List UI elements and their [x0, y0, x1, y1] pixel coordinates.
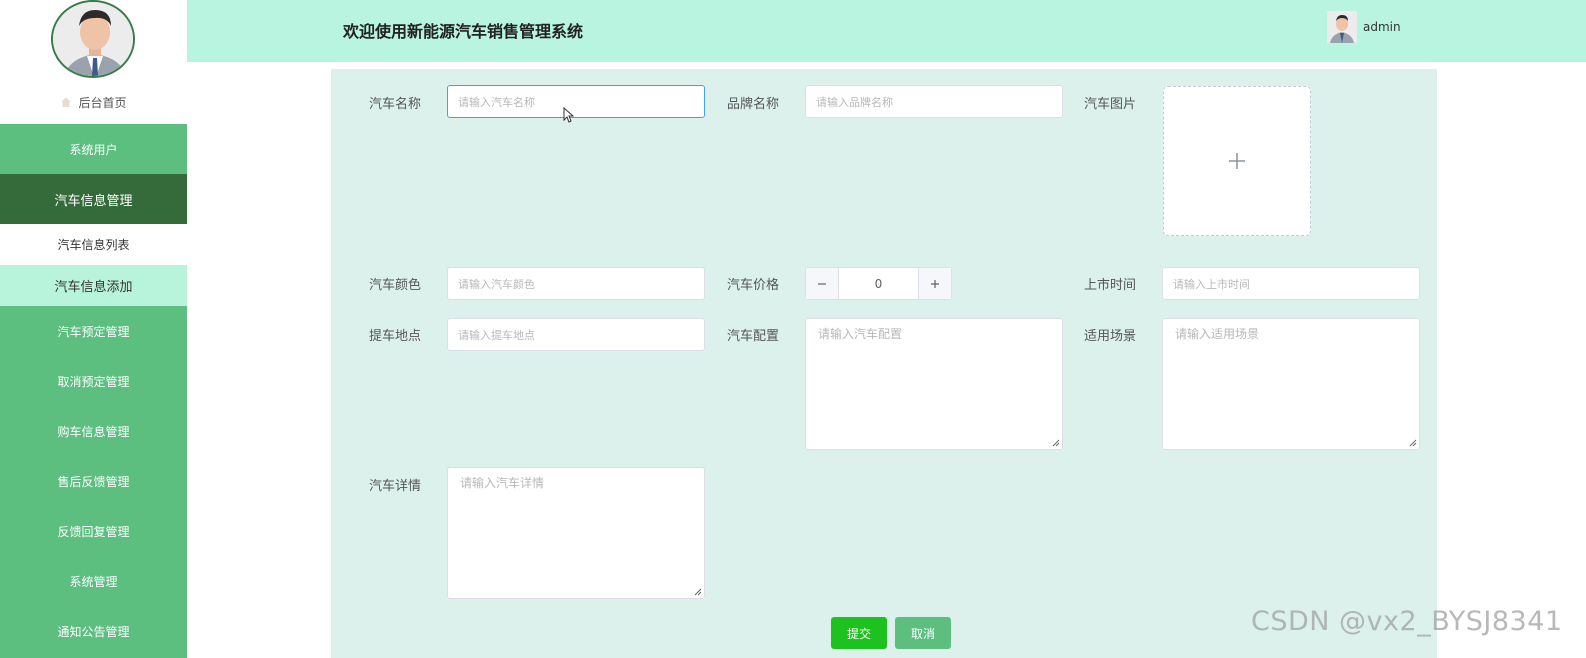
sidebar-subitem-car-info-list[interactable]: 汽车信息列表 — [0, 224, 187, 265]
car-price-label: 汽车价格 — [727, 278, 780, 293]
sidebar-home[interactable]: 后台首页 — [0, 90, 187, 114]
watermark: CSDN @vx2_BYSJ8341 — [1251, 606, 1563, 637]
sidebar-item-notice-management[interactable]: 通知公告管理 — [0, 606, 187, 656]
plus-icon — [1229, 153, 1245, 169]
launch-time-input[interactable]: 请输入上市时间 — [1162, 267, 1420, 300]
pickup-location-input[interactable]: 请输入提车地点 — [447, 318, 705, 351]
app-title: 欢迎使用新能源汽车销售管理系统 — [343, 22, 584, 41]
plus-small-icon — [931, 279, 939, 288]
car-price-stepper[interactable]: 0 — [805, 267, 952, 300]
sidebar-item-system-users[interactable]: 系统用户 — [0, 124, 187, 174]
pickup-location-label: 提车地点 — [369, 329, 422, 344]
brand-name-input[interactable]: 请输入品牌名称 — [805, 85, 1063, 118]
cancel-button[interactable]: 取消 — [895, 617, 951, 649]
car-image-label: 汽车图片 — [1084, 97, 1137, 112]
car-price-value[interactable]: 0 — [839, 268, 918, 299]
car-detail-placeholder: 请输入汽车详情 — [460, 476, 545, 490]
car-config-textarea[interactable]: 请输入汽车配置 — [805, 318, 1063, 450]
sidebar-item-car-reservation[interactable]: 汽车预定管理 — [0, 306, 187, 356]
car-detail-textarea[interactable]: 请输入汽车详情 — [447, 467, 705, 599]
username: admin — [1363, 20, 1401, 34]
user-menu[interactable]: admin — [1327, 11, 1401, 43]
top-header: 欢迎使用新能源汽车销售管理系统 admin — [187, 0, 1586, 62]
scenario-textarea[interactable]: 请输入适用场景 — [1162, 318, 1420, 450]
user-avatar — [1327, 11, 1357, 43]
submit-button[interactable]: 提交 — [831, 617, 887, 649]
car-color-label: 汽车颜色 — [369, 278, 422, 293]
car-name-label: 汽车名称 — [369, 97, 422, 112]
scenario-placeholder: 请输入适用场景 — [1175, 327, 1260, 341]
scenario-label: 适用场景 — [1084, 329, 1137, 344]
car-config-label: 汽车配置 — [727, 329, 780, 344]
sidebar-item-purchase-info[interactable]: 购车信息管理 — [0, 406, 187, 456]
sidebar-item-car-info-management[interactable]: 汽车信息管理 — [0, 174, 187, 224]
brand-name-label: 品牌名称 — [727, 97, 780, 112]
sidebar-item-feedback-reply[interactable]: 反馈回复管理 — [0, 506, 187, 556]
car-config-placeholder: 请输入汽车配置 — [818, 327, 903, 341]
mouse-cursor-icon — [563, 107, 575, 123]
car-image-upload[interactable] — [1163, 86, 1311, 236]
car-detail-label: 汽车详情 — [369, 479, 422, 494]
sidebar-profile: 后台首页 — [0, 0, 187, 124]
sidebar-subitem-car-info-add[interactable]: 汽车信息添加 — [0, 265, 187, 306]
sidebar-home-label: 后台首页 — [78, 95, 127, 110]
sidebar-item-system-management[interactable]: 系统管理 — [0, 556, 187, 606]
resize-handle-icon[interactable] — [1052, 439, 1060, 447]
resize-handle-icon[interactable] — [1409, 439, 1417, 447]
resize-handle-icon[interactable] — [694, 588, 702, 596]
sidebar-item-cancel-reservation[interactable]: 取消预定管理 — [0, 356, 187, 406]
sidebar: 后台首页 系统用户 汽车信息管理 汽车信息列表 汽车信息添加 汽车预定管理 取消… — [0, 0, 187, 658]
minus-icon — [818, 282, 826, 285]
car-color-input[interactable]: 请输入汽车颜色 — [447, 267, 705, 300]
home-icon — [60, 96, 72, 108]
sidebar-item-after-sales-feedback[interactable]: 售后反馈管理 — [0, 456, 187, 506]
launch-time-label: 上市时间 — [1084, 278, 1137, 293]
increment-button[interactable] — [918, 268, 951, 299]
decrement-button[interactable] — [806, 268, 839, 299]
avatar — [51, 0, 135, 78]
